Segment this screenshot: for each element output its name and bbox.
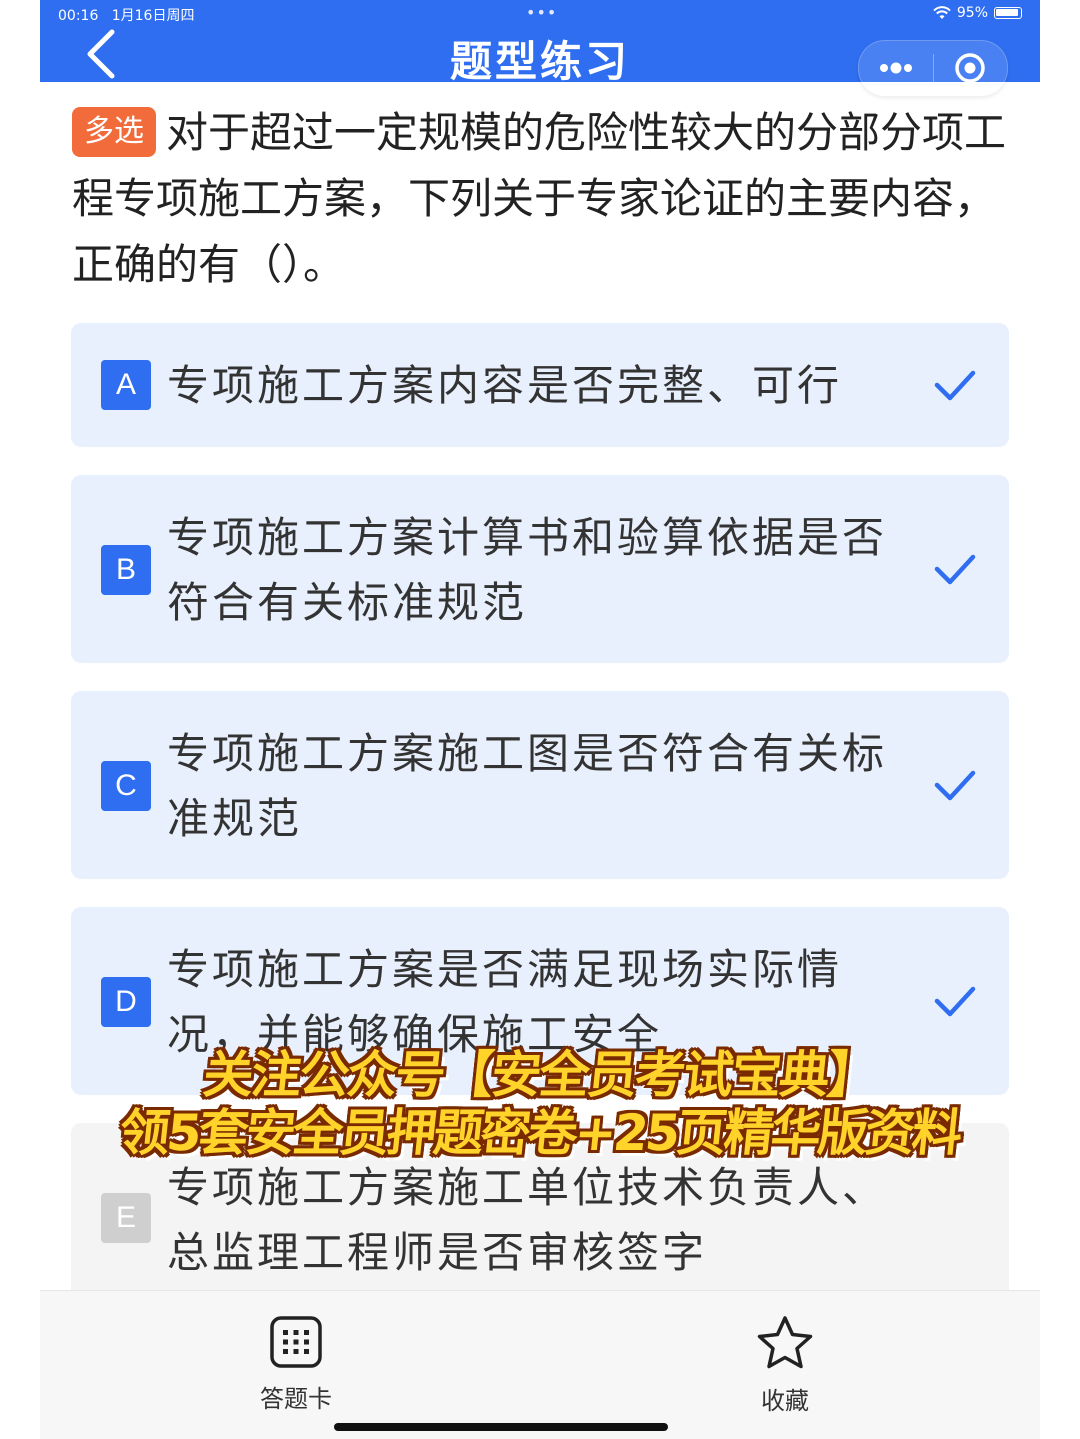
battery-icon [994, 7, 1022, 19]
option-letter-badge: D [101, 977, 151, 1027]
favorite-button[interactable]: 收藏 [715, 1315, 855, 1416]
answer-card-label: 答题卡 [260, 1385, 332, 1413]
check-icon [934, 370, 976, 401]
option-a[interactable]: A 专项施工方案内容是否完整、可行 [71, 323, 1009, 447]
app-frame: 00:16 1月16日周四 ••• 95% 题型练习 多选 对于超过一定规模的危… [40, 0, 1040, 1439]
question-type-badge: 多选 [72, 107, 156, 157]
option-letter-badge: B [101, 545, 151, 595]
option-letter-badge: E [101, 1193, 151, 1243]
status-dots: ••• [526, 3, 558, 22]
favorite-label: 收藏 [761, 1387, 809, 1415]
battery-percent: 95% [956, 5, 988, 21]
target-circle-icon [955, 53, 985, 83]
bottom-toolbar: 答题卡 收藏 [40, 1290, 1040, 1439]
status-right: 95% [933, 5, 1022, 21]
option-text: 专项施工方案计算书和验算依据是否符合有关标准规范 [167, 513, 888, 627]
status-time: 00:16 1月16日周四 [58, 8, 195, 24]
option-text: 专项施工方案内容是否完整、可行 [167, 361, 843, 410]
option-b[interactable]: B 专项施工方案计算书和验算依据是否符合有关标准规范 [71, 475, 1009, 663]
star-icon [757, 1316, 813, 1369]
grid-icon [270, 1316, 322, 1368]
promo-line-2: 领5套安全员押题密卷+25页精华版资料 [116, 1104, 963, 1162]
check-icon [934, 986, 976, 1017]
wifi-icon [933, 6, 951, 19]
check-icon [934, 770, 976, 801]
option-text: 专项施工方案施工单位技术负责人、总监理工程师是否审核签字 [167, 1163, 888, 1277]
option-letter-badge: A [101, 360, 151, 410]
more-dots-icon [879, 62, 912, 74]
home-indicator [334, 1423, 668, 1431]
option-letter-badge: C [101, 761, 151, 811]
answer-card-button[interactable]: 答题卡 [226, 1315, 366, 1414]
status-date: 1月16日周四 [111, 8, 195, 24]
option-text: 专项施工方案施工图是否符合有关标准规范 [167, 729, 888, 843]
question-stem: 多选 对于超过一定规模的危险性较大的分部分项工程专项施工方案，下列关于专家论证的主… [72, 100, 1012, 298]
miniprogram-capsule [858, 40, 1008, 96]
option-c[interactable]: C 专项施工方案施工图是否符合有关标准规范 [71, 691, 1009, 879]
question-text: 对于超过一定规模的危险性较大的分部分项工程专项施工方案，下列关于专家论证的主要内… [72, 108, 1007, 289]
check-icon [934, 554, 976, 585]
close-miniprogram-button[interactable] [934, 51, 1008, 85]
top-nav-bar: 00:16 1月16日周四 ••• 95% 题型练习 [40, 0, 1040, 96]
more-button[interactable] [859, 61, 933, 75]
